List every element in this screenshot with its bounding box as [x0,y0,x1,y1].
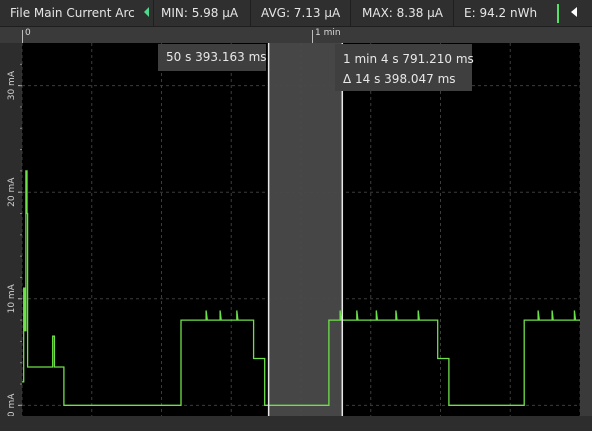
timeline-tick [312,30,313,43]
stat-energy: E: 94.2 nWh [464,6,538,20]
stat-min: MIN: 5.98 µA [161,6,239,20]
expand-panel-icon[interactable] [571,7,577,17]
selection-region [268,43,343,416]
timeline-label-start: 0 [25,28,31,38]
y-tick-label: 30 mA [7,70,17,100]
toolbar-divider [350,0,351,27]
bottom-strip [0,416,592,431]
panel-accent-marker [557,4,559,23]
stat-avg: AVG: 7.13 µA [261,6,341,20]
toolbar-divider [453,0,454,27]
y-tick-label: 10 mA [7,283,17,313]
toolbar: File Main Current Arc MIN: 5.98 µA AVG: … [0,0,592,27]
timeline-tick [22,30,23,43]
left-cursor-time: 50 s 393.163 ms [166,50,267,64]
collapse-left-icon[interactable] [144,7,149,17]
plot-area[interactable]: 0 mA 10 mA 20 mA 30 mA [0,43,592,431]
right-cursor-time: 1 min 4 s 791.210 ms [343,52,474,66]
y-tick-label: 20 mA [7,177,17,207]
y-tick-label: 0 mA [7,393,17,417]
stat-max: MAX: 8.38 µA [362,6,444,20]
timeline-ruler[interactable]: 0 1 min [0,27,592,43]
right-cursor-tooltip: 1 min 4 s 791.210 ms Δ 14 s 398.047 ms [335,44,474,91]
left-cursor-tooltip: 50 s 393.163 ms [158,44,267,71]
timeline-label-mid: 1 min [315,28,341,38]
toolbar-divider [153,0,154,27]
cursor-delta: Δ 14 s 398.047 ms [343,72,456,86]
toolbar-divider [250,0,251,27]
trace-title[interactable]: File Main Current Arc [10,6,135,20]
current-chart[interactable]: 0 mA 10 mA 20 mA 30 mA [0,43,592,431]
